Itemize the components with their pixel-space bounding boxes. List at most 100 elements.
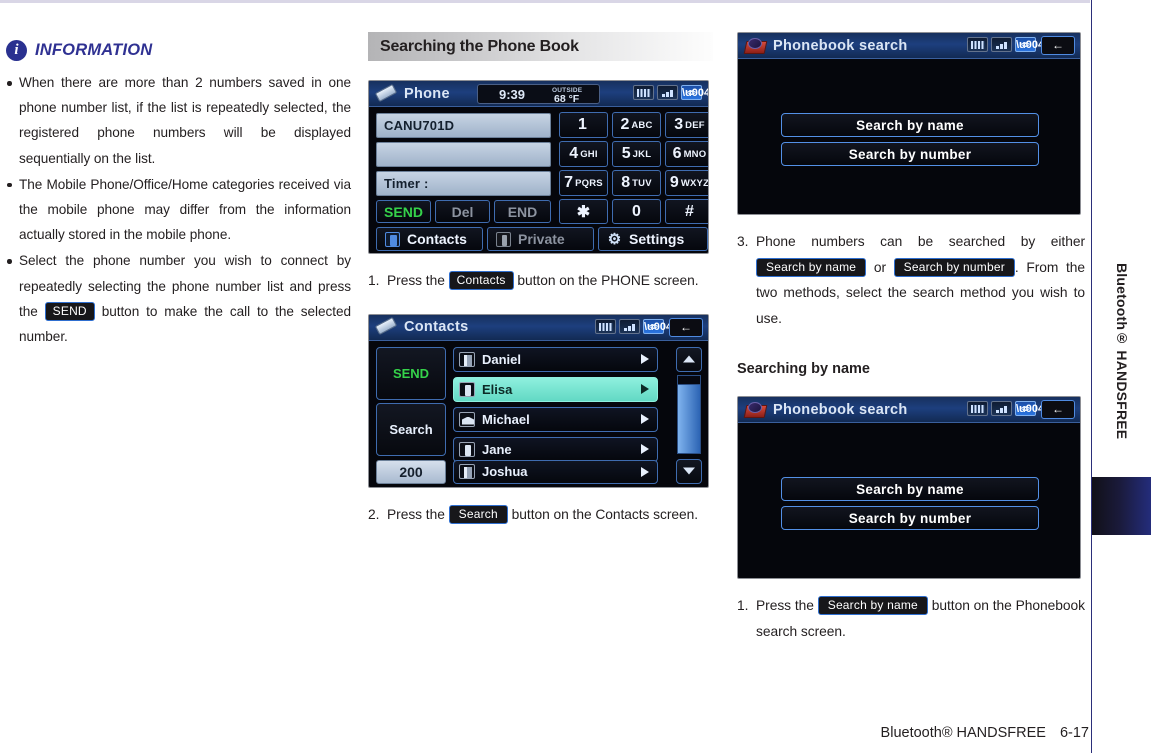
table-row[interactable]: Elisa [453,376,658,402]
phonebook-title: Phonebook search [773,401,908,418]
handset-icon [374,84,398,104]
table-row[interactable]: Michael [453,406,658,432]
contacts-screen: Contacts \u0042 ← SEND Search 200 Daniel… [368,313,709,488]
step-item: 3. Phone numbers can be searched by eith… [737,229,1085,331]
signal-icon [991,37,1012,52]
list-item: When there are more than 2 numbers saved… [6,70,351,171]
bluetooth-icon: \u0042 [1015,401,1050,416]
signal-icon [619,318,640,334]
keypad-key-8[interactable]: 8 TUV [612,170,661,196]
keypad-key-9[interactable]: 9 WXYZ [665,170,708,196]
keypad-key-star[interactable]: ✱ [559,199,608,224]
chevron-right-icon [641,384,649,394]
back-arrow-icon[interactable]: ← [1041,400,1075,419]
status-icon-group: \u0042 [595,318,678,334]
contacts-count-box: 200 [376,459,446,484]
contacts-key-chip: Contacts [448,271,514,290]
table-row[interactable]: Joshua [453,459,658,484]
contact-name: Michael [482,411,530,427]
phone-time: 9:39 [499,86,526,102]
outside-temp-value: 68 °F [554,93,580,105]
contact-name: Elisa [482,381,513,397]
search-by-name-button[interactable]: Search by name [781,113,1039,137]
phonebook-icon [743,36,767,56]
column-right: Phonebook search \u0042 ← Search by name… [737,0,1085,644]
section-header: Searching the Phone Book [368,32,713,61]
phonebook-titlebar: Phonebook search \u0042 ← [738,397,1080,423]
send-button[interactable]: SEND [376,200,431,223]
contacts-send-button[interactable]: SEND [376,346,446,400]
contacts-icon [385,231,400,247]
page-body: i INFORMATION When there are more than 2… [0,0,1091,753]
table-row[interactable]: Jane [453,436,658,462]
search-by-name-key-chip: Search by name [817,596,928,615]
search-by-number-button[interactable]: Search by number [781,506,1039,530]
dialed-number-field[interactable] [376,142,551,167]
mobile-icon [459,441,475,457]
office-icon [459,464,475,479]
step-item: 2. Press the Search button on the Contac… [368,502,713,528]
phone-clock-panel: 9:39 OUTSIDE 68 °F [477,84,600,105]
gear-icon [607,232,622,247]
phonebook-search-screen-1: Phonebook search \u0042 ← Search by name… [737,32,1081,215]
scrollbar[interactable] [677,374,701,454]
phone-screen-title: Phone [404,85,450,102]
chevron-right-icon [641,444,649,454]
contacts-screen-titlebar: Contacts \u0042 ← [369,314,708,341]
table-row[interactable]: Daniel [453,346,658,372]
keypad-key-1[interactable]: 1 [559,112,608,138]
contacts-screen-title: Contacts [404,319,469,335]
chevron-right-icon [641,414,649,424]
step-list-4: 1. Press the Search by name button on th… [737,593,1085,644]
search-by-number-button[interactable]: Search by number [781,142,1039,166]
home-icon [459,411,475,427]
keypad-key-6[interactable]: 6 MNO [665,141,708,167]
phone-screen: Phone 9:39 OUTSIDE 68 °F \u0042 CANU701D… [368,80,709,254]
scroll-up-icon[interactable] [676,346,702,372]
private-button[interactable]: Private [487,227,594,251]
battery-icon [967,37,988,52]
scroll-down-icon[interactable] [676,458,702,484]
step-list-2: 2. Press the Search button on the Contac… [368,502,713,528]
bluetooth-icon: \u0042 [1015,37,1050,52]
step-item: 1. Press the Search by name button on th… [737,593,1085,644]
handset-icon [374,317,398,337]
send-key-chip: SEND [44,301,95,321]
contacts-search-button[interactable]: Search [376,402,446,456]
back-arrow-icon[interactable]: ← [1041,36,1075,55]
keypad-key-hash[interactable]: # [665,199,708,224]
phonebook-search-screen-2: Phonebook search \u0042 ← Search by name… [737,396,1081,579]
end-button[interactable]: END [494,200,551,223]
search-by-name-button[interactable]: Search by name [781,477,1039,501]
step-number: 3. [737,234,749,249]
info-circle-icon: i [6,39,27,61]
step-number: 2. [368,506,380,522]
phonebook-title: Phonebook search [773,37,908,54]
contacts-button[interactable]: Contacts [376,227,483,251]
keypad-key-3[interactable]: 3 DEF [665,112,708,138]
battery-icon [967,401,988,416]
information-bullet-list: When there are more than 2 numbers saved… [6,70,351,349]
settings-button[interactable]: Settings [598,227,708,251]
subsection-title: Searching by name [737,361,870,377]
keypad-key-2[interactable]: 2 ABC [612,112,661,138]
keypad-key-5[interactable]: 5 JKL [612,141,661,167]
chevron-right-icon [641,466,649,477]
keypad-key-0[interactable]: 0 [612,199,661,224]
private-phone-icon [496,231,511,247]
side-tab: Bluetooth® HANDSFREE [1091,0,1151,753]
column-left: i INFORMATION When there are more than 2… [6,0,351,350]
signal-icon [657,85,678,100]
section-title: Searching the Phone Book [380,37,579,55]
keypad-key-7[interactable]: 7 PQRS [559,170,608,196]
step-list-3: 3. Phone numbers can be searched by eith… [737,229,1085,331]
footer: Bluetooth® HANDSFREE 6-17 [881,725,1089,741]
delete-button[interactable]: Del [435,200,490,223]
side-tab-label: Bluetooth® HANDSFREE [1114,262,1130,440]
status-icon-group: \u0042 [633,85,708,100]
scrollbar-thumb[interactable] [677,374,701,385]
list-item: The Mobile Phone/Office/Home categories … [6,172,351,248]
back-arrow-icon[interactable]: ← [669,317,703,337]
keypad-key-4[interactable]: 4 GHI [559,141,608,167]
dialed-name-field[interactable]: CANU701D [376,113,551,138]
